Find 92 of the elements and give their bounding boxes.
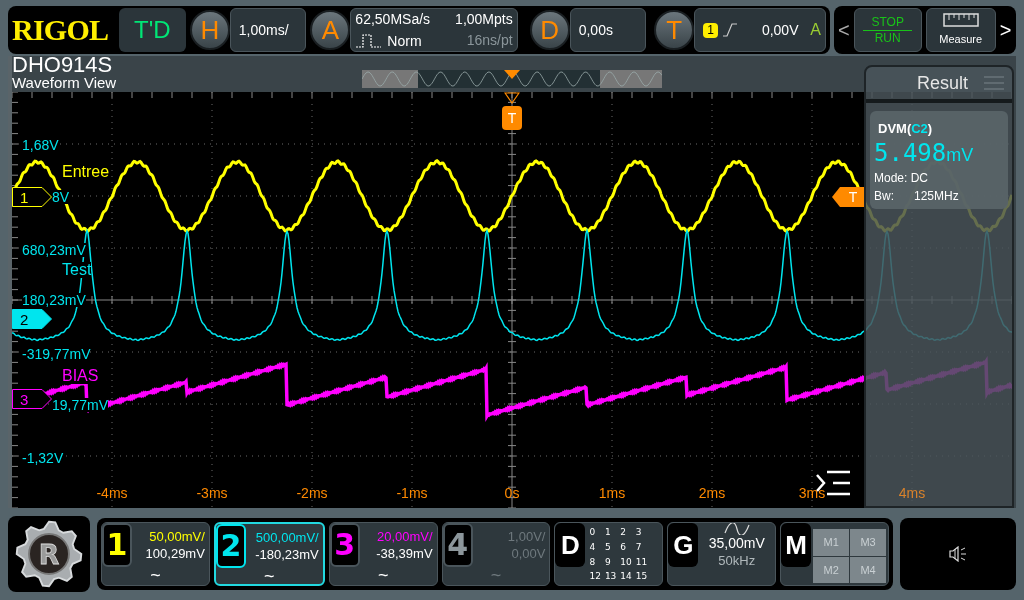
rising-edge-icon	[721, 22, 738, 38]
digital-bit: 2	[620, 526, 628, 539]
digital-bit: 1	[604, 526, 612, 539]
trigger-level: 0,00V	[761, 20, 799, 40]
generator-amplitude: 35,00mV	[708, 535, 765, 552]
channel-button[interactable]: 3 20,00mV/ -38,39mV ~	[328, 522, 438, 586]
channel-number: 1	[102, 523, 132, 567]
next-arrow[interactable]: >	[999, 20, 1012, 40]
time-label: -1ms	[396, 486, 428, 500]
trigger-source-badge: 1	[703, 22, 718, 38]
acquire-panel[interactable]: 62,50MSa/s 1,00Mpts Norm 16ns/pt	[350, 8, 518, 52]
digital-bit: 14	[620, 570, 632, 584]
generator-key: G	[668, 523, 699, 567]
voltage-label: 680,23mV	[22, 243, 86, 257]
time-label: -2ms	[296, 486, 328, 500]
channel-scale: 20,00mV/	[376, 528, 433, 545]
channel-number: 2	[215, 524, 246, 568]
voltage-label: 180,23mV	[22, 293, 86, 307]
delay-value[interactable]: 0,00s	[569, 8, 647, 52]
coupling-symbol: ~	[150, 567, 161, 583]
digital-bit: 9	[604, 555, 612, 569]
bandwidth-value: 125MHz	[914, 187, 959, 205]
previous-arrow[interactable]: <	[838, 20, 850, 40]
timebase-mode-button[interactable]: T'D	[118, 8, 186, 52]
digital-bit: 11	[635, 555, 648, 569]
channel-scale: 50,00mV/	[149, 528, 205, 545]
ruler-icon	[942, 12, 979, 27]
run-stop-button[interactable]: STOP RUN	[853, 8, 922, 52]
generator-button[interactable]: G 35,00mV 50kHz	[667, 522, 777, 586]
digital-bit: 4	[589, 540, 597, 554]
time-label: 3ms	[798, 486, 826, 500]
model-name: DHO914S	[12, 55, 114, 75]
digital-bit: 8	[589, 555, 597, 569]
dvm-title: DVM(C2)	[877, 120, 934, 138]
sample-rate: 62,50MSa/s	[355, 10, 432, 29]
math-key[interactable]: M	[781, 523, 812, 567]
bandwidth-label: Bw:	[874, 187, 894, 205]
digital-bit: 3	[635, 526, 643, 539]
generator-frequency: 50kHz	[718, 552, 756, 569]
measure-button[interactable]: Measure	[925, 8, 996, 52]
digital-bit: 10	[620, 555, 632, 569]
channel-offset: 0,00V	[511, 545, 546, 562]
channel-button[interactable]: 4 1,00V/ 0,00V ~	[441, 522, 551, 586]
horizontal-scale[interactable]: 1,00ms/	[229, 8, 307, 52]
time-label: -3ms	[196, 486, 228, 500]
time-label: 0s	[504, 486, 520, 500]
coupling-symbol: ~	[490, 567, 502, 583]
time-label: 2ms	[698, 486, 726, 500]
waveform-overview[interactable]	[362, 70, 662, 88]
pulse-icon	[355, 32, 384, 49]
coupling-symbol: ~	[377, 567, 389, 583]
voltage-label: 8V	[52, 190, 70, 204]
brand-logo: RIGOL	[12, 15, 110, 45]
time-label: 4ms	[898, 486, 926, 500]
channel-offset: 100,29mV	[145, 545, 205, 562]
digital-bit: 6	[620, 540, 628, 554]
coupling-symbol: ~	[264, 568, 275, 584]
memory-depth: 1,00Mpts	[455, 10, 513, 29]
trigger-position-icon	[504, 92, 520, 104]
channel-scale: 1,00V/	[507, 528, 546, 545]
channel-button[interactable]: 1 50,00mV/ 100,29mV ~	[101, 522, 210, 586]
dvm-unit: mV	[946, 143, 974, 167]
channel-number: 3	[329, 523, 360, 567]
channel-offset: -180,23mV	[255, 546, 319, 563]
acquire-mode: Norm	[387, 31, 422, 51]
digital-key: D	[555, 523, 586, 567]
digital-bit: 12	[589, 570, 601, 584]
panel-title: Result	[916, 71, 968, 95]
digital-bit: 13	[604, 570, 617, 584]
voltage-label: -319,77mV	[22, 347, 91, 361]
channel-scale: 500,00mV/	[255, 529, 319, 546]
digital-channels-button[interactable]: D 0 1 2 3 4 5 6 7 8 9 10 11 12 13 14 15	[554, 522, 664, 586]
speaker-icon[interactable]	[949, 546, 967, 562]
sine-icon	[723, 523, 750, 535]
time-label: -4ms	[96, 486, 128, 500]
trigger-panel[interactable]: 1 0,00V A	[694, 8, 826, 52]
digital-bit: 7	[635, 540, 643, 554]
dvm-reading: 5.498	[874, 138, 947, 167]
digital-bit: 5	[604, 540, 612, 554]
digital-bit: 0	[589, 526, 597, 539]
time-label: 1ms	[598, 486, 626, 500]
time-resolution: 16ns/pt	[465, 31, 513, 50]
digital-bit: 15	[635, 570, 648, 584]
dvm-mode: Mode: DC	[874, 169, 930, 187]
channel-button[interactable]: 2 500,00mV/ -180,23mV ~	[213, 522, 325, 586]
voltage-label: 1,68V	[22, 138, 59, 152]
trace-label: Entree	[62, 164, 110, 180]
voltage-label: -1,32V	[22, 451, 64, 465]
channel-offset: -38,39mV	[376, 545, 433, 562]
channel-number: 4	[442, 523, 473, 567]
sweep-mode: A	[810, 20, 821, 40]
panel-title: Waveform View	[12, 75, 118, 92]
